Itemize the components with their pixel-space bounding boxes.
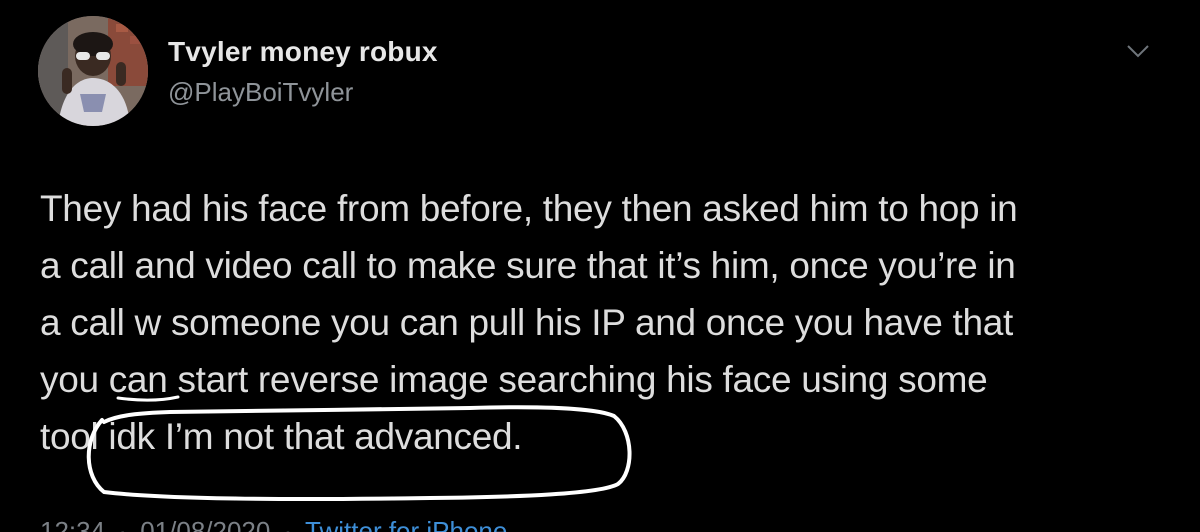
footer-separator: · bbox=[283, 516, 293, 532]
chevron-down-icon[interactable] bbox=[1124, 40, 1152, 62]
author-display-name[interactable]: Tvyler money robux bbox=[168, 36, 438, 68]
tweet-text-line: They had his face from before, they then… bbox=[40, 188, 1018, 229]
tweet-time: 12:34 bbox=[40, 516, 106, 532]
footer-separator: · bbox=[118, 516, 127, 532]
profile-photo-icon bbox=[38, 16, 148, 126]
tweet-text-line: a call and video call to make sure that … bbox=[40, 245, 1016, 286]
avatar[interactable] bbox=[38, 16, 148, 126]
tweet-footer: 12:34 · 01/08/2020 · Twitter for iPhone bbox=[40, 516, 507, 532]
tweet-text: They had his face from before, they then… bbox=[40, 180, 1170, 465]
author-handle[interactable]: @PlayBoiTvyler bbox=[168, 77, 353, 108]
tweet-source-link[interactable]: Twitter for iPhone bbox=[305, 516, 507, 532]
tweet-text-line: you can start reverse image searching hi… bbox=[40, 359, 988, 400]
tweet-text-line: a call w someone you can pull his IP and… bbox=[40, 302, 1014, 343]
tweet-text-line: tool idk I’m not that advanced. bbox=[40, 416, 523, 457]
tweet-date: 01/08/2020 bbox=[140, 516, 271, 532]
tweet-card: Tvyler money robux @PlayBoiTvyler They h… bbox=[0, 0, 1200, 532]
